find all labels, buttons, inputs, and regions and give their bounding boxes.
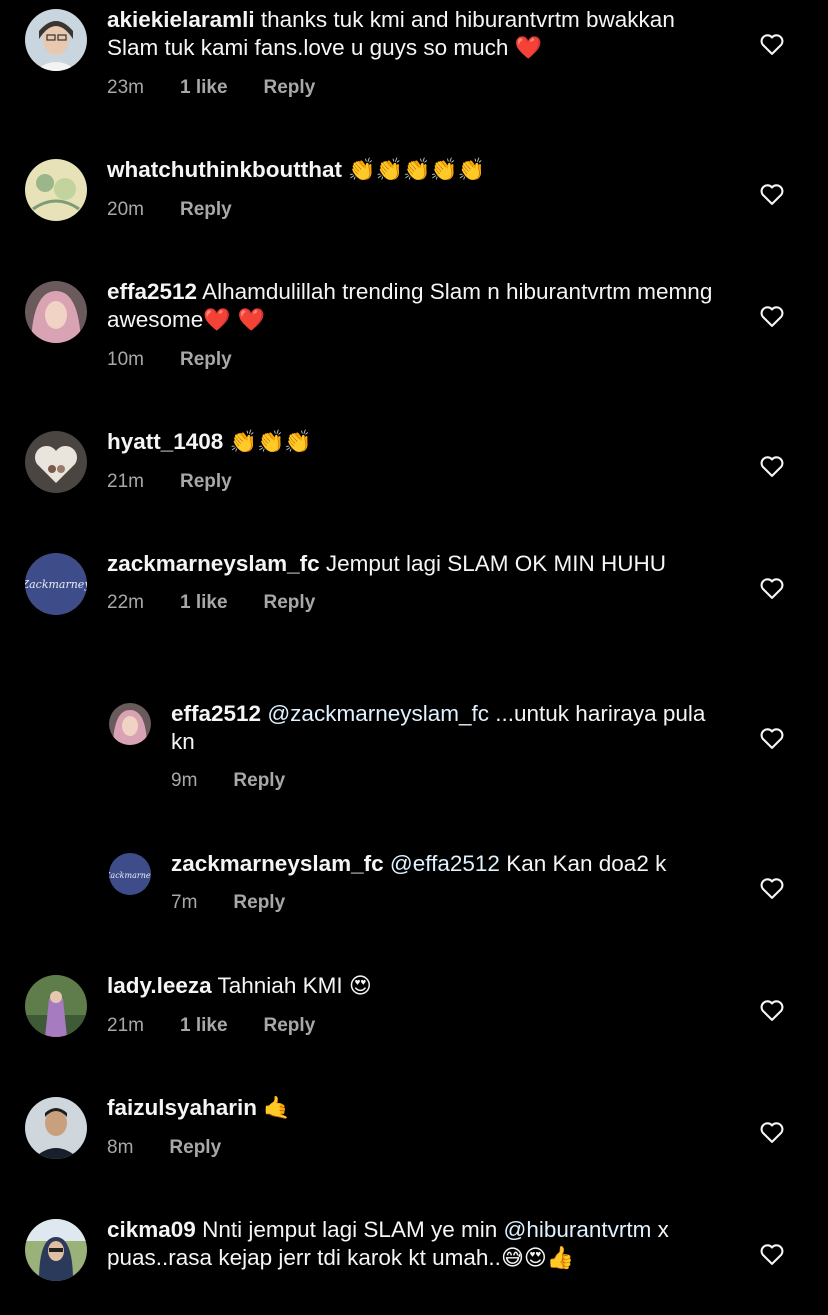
reply-button[interactable]: Reply [180, 199, 232, 221]
reply-button[interactable]: Reply [233, 892, 285, 914]
svg-text:Zackmarney: Zackmarney [109, 871, 151, 880]
reply-button[interactable]: Reply [264, 77, 316, 99]
reply-button[interactable]: Reply [264, 1015, 316, 1037]
heart-emoji: ❤️ ❤️ [203, 308, 266, 333]
username[interactable]: lady.leeza [107, 973, 212, 998]
timestamp: 10m [107, 349, 144, 370]
heart-icon[interactable] [758, 452, 786, 480]
heart-icon[interactable] [758, 1118, 786, 1146]
timestamp: 21m [107, 471, 144, 492]
timestamp: 8m [107, 1137, 134, 1158]
username[interactable]: zackmarneyslam_fc [107, 551, 320, 576]
svg-text:Zackmarney: Zackmarney [25, 578, 87, 591]
comment-text: Kan Kan doa2 k [506, 851, 667, 876]
timestamp: 7m [171, 892, 198, 913]
reply-button[interactable]: Reply [180, 349, 232, 371]
reply-button[interactable]: Reply [169, 1137, 221, 1159]
avatar[interactable]: Zackmarney [109, 853, 151, 895]
username[interactable]: hyatt_1408 [107, 429, 223, 454]
avatar[interactable] [25, 1219, 87, 1281]
avatar[interactable] [109, 703, 151, 745]
emoji-group: 😅😍👍 [500, 1246, 575, 1271]
heart-icon[interactable] [758, 874, 786, 902]
timestamp: 20m [107, 199, 144, 220]
timestamp: 9m [171, 770, 198, 791]
likes-count[interactable]: 1 like [180, 592, 228, 614]
timestamp: 23m [107, 77, 144, 98]
call-me-hand-emoji: 🤙 [263, 1096, 291, 1121]
comment-text: Jemput lagi SLAM OK MIN HUHU [325, 551, 666, 576]
avatar[interactable] [25, 159, 87, 221]
avatar[interactable] [25, 431, 87, 493]
avatar[interactable] [25, 9, 87, 71]
likes-count[interactable]: 1 like [180, 1015, 228, 1037]
likes-count[interactable]: 1 like [180, 77, 228, 99]
username[interactable]: effa2512 [171, 701, 261, 726]
comment-text: Tahniah KMI [217, 973, 343, 998]
username[interactable]: akiekielaramli [107, 7, 255, 32]
comment-text: Nnti jemput lagi SLAM ye min [202, 1217, 498, 1242]
reply-button[interactable]: Reply [264, 592, 316, 614]
username[interactable]: whatchuthinkboutthat [107, 157, 342, 182]
avatar[interactable] [25, 281, 87, 343]
reply-button[interactable]: Reply [180, 471, 232, 493]
heart-icon[interactable] [758, 180, 786, 208]
heart-icon[interactable] [758, 1240, 786, 1268]
heart-icon[interactable] [758, 302, 786, 330]
username[interactable]: cikma09 [107, 1217, 196, 1242]
timestamp: 21m [107, 1015, 144, 1036]
reply-button[interactable]: Reply [233, 770, 285, 792]
clapping-emoji: 👏👏👏👏👏 [348, 158, 486, 183]
heart-icon[interactable] [758, 724, 786, 752]
avatar[interactable]: Zackmarney [25, 553, 87, 615]
mention-link[interactable]: @hiburantvrtm [503, 1217, 651, 1242]
avatar[interactable] [25, 975, 87, 1037]
avatar[interactable] [25, 1097, 87, 1159]
username[interactable]: faizulsyaharin [107, 1095, 257, 1120]
username[interactable]: zackmarneyslam_fc [171, 851, 384, 876]
heart-eyes-emoji: 😍 [348, 974, 372, 999]
username[interactable]: effa2512 [107, 279, 197, 304]
mention-link[interactable]: @effa2512 [390, 851, 500, 876]
heart-icon[interactable] [758, 574, 786, 602]
comment-text: Alhamdulillah trending Slam n hiburantvr… [107, 279, 713, 332]
heart-icon[interactable] [758, 996, 786, 1024]
timestamp: 22m [107, 592, 144, 613]
heart-icon[interactable] [758, 30, 786, 58]
mention-link[interactable]: @zackmarneyslam_fc [267, 701, 489, 726]
heart-emoji: ❤️ [514, 36, 543, 61]
clapping-emoji: 👏👏👏 [229, 430, 312, 455]
